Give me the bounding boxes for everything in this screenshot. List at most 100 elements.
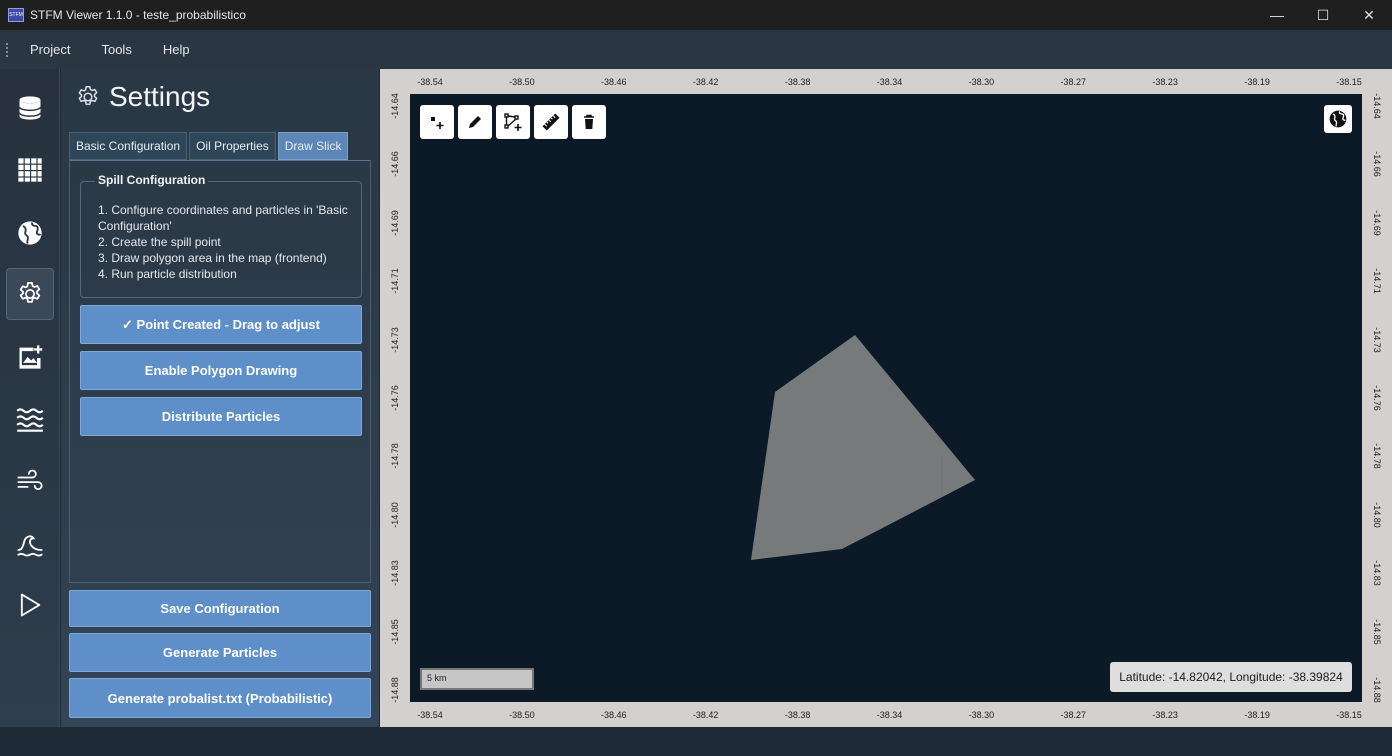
close-button[interactable]: ✕ bbox=[1346, 0, 1392, 30]
x-axis-tick: -38.15 bbox=[1336, 77, 1362, 87]
rail-waves-button[interactable] bbox=[6, 393, 54, 445]
app-logo-icon: STFM bbox=[8, 8, 24, 22]
database-icon bbox=[18, 96, 42, 120]
draw-point-button[interactable] bbox=[420, 105, 454, 139]
settings-header: Settings bbox=[75, 81, 210, 113]
instruction-line: 4. Run particle distribution bbox=[98, 267, 237, 281]
tab-draw-slick[interactable]: Draw Slick bbox=[277, 132, 349, 160]
y-axis-tick: -14.64 bbox=[1372, 93, 1382, 119]
x-axis-tick: -38.15 bbox=[1336, 710, 1362, 720]
draw-slick-tab-content: Spill Configuration 1. Configure coordin… bbox=[69, 160, 371, 583]
add-image-icon bbox=[19, 345, 43, 369]
map-canvas[interactable]: 5 km Latitude: -14.82042, Longitude: -38… bbox=[410, 94, 1362, 702]
x-axis-tick: -38.23 bbox=[1152, 710, 1178, 720]
play-icon bbox=[20, 593, 41, 617]
y-axis-tick: -14.71 bbox=[1372, 268, 1382, 294]
spill-configuration-group: Spill Configuration 1. Configure coordin… bbox=[80, 173, 362, 298]
draw-polygon-button[interactable] bbox=[496, 105, 530, 139]
slick-polygon-layer bbox=[751, 335, 975, 560]
settings-tabs: Basic Configuration Oil Properties Draw … bbox=[69, 132, 350, 160]
x-axis-tick: -38.38 bbox=[784, 710, 811, 720]
x-axis-tick: -38.27 bbox=[1060, 77, 1087, 87]
rail-globe-button[interactable] bbox=[6, 207, 54, 259]
menu-bar: Project Tools Help bbox=[0, 30, 1392, 69]
rail-ocean-button[interactable] bbox=[6, 517, 54, 569]
y-axis-tick: -14.69 bbox=[1372, 210, 1382, 236]
instruction-line: 2. Create the spill point bbox=[98, 235, 221, 249]
minimize-button[interactable]: — bbox=[1254, 0, 1300, 30]
rail-data-button[interactable] bbox=[6, 82, 54, 134]
x-axis-tick: -38.30 bbox=[968, 710, 995, 720]
grid-icon bbox=[18, 158, 42, 182]
rail-add-image-button[interactable] bbox=[6, 331, 54, 383]
generate-particles-button[interactable]: Generate Particles bbox=[69, 633, 371, 672]
cursor-coordinates: Latitude: -14.82042, Longitude: -38.3982… bbox=[1110, 662, 1352, 692]
y-axis-tick: -14.78 bbox=[390, 443, 400, 470]
point-created-button[interactable]: ✓ Point Created - Drag to adjust bbox=[80, 305, 362, 344]
settings-panel: Settings Basic Configuration Oil Propert… bbox=[61, 69, 379, 727]
enable-polygon-drawing-button[interactable]: Enable Polygon Drawing bbox=[80, 351, 362, 390]
tab-oil-properties[interactable]: Oil Properties bbox=[189, 132, 276, 160]
y-axis-tick: -14.69 bbox=[390, 210, 400, 236]
page-title: Settings bbox=[109, 81, 211, 112]
y-axis-tick: -14.78 bbox=[1372, 443, 1382, 470]
y-axis-tick: -14.76 bbox=[1372, 385, 1382, 411]
slick-polygon[interactable] bbox=[751, 335, 975, 560]
basemap-toggle-button[interactable] bbox=[1324, 105, 1352, 133]
y-axis-tick: -14.76 bbox=[390, 385, 400, 411]
measure-button[interactable] bbox=[534, 105, 568, 139]
ruler-icon bbox=[542, 113, 560, 131]
wind-icon bbox=[17, 469, 43, 491]
title-bar: STFM STFM Viewer 1.1.0 - teste_probabili… bbox=[0, 0, 1392, 30]
polygon-add-icon bbox=[504, 113, 522, 131]
x-axis-tick: -38.54 bbox=[417, 77, 443, 87]
menu-tools[interactable]: Tools bbox=[101, 42, 131, 57]
add-point-icon bbox=[431, 117, 444, 129]
x-axis-tick: -38.19 bbox=[1244, 710, 1270, 720]
delete-button[interactable] bbox=[572, 105, 606, 139]
group-title: Spill Configuration bbox=[95, 173, 209, 187]
distribute-particles-button[interactable]: Distribute Particles bbox=[80, 397, 362, 436]
pencil-icon bbox=[469, 116, 481, 128]
y-axis-tick: -14.85 bbox=[1372, 618, 1382, 645]
scale-bar: 5 km bbox=[420, 668, 534, 690]
menu-help[interactable]: Help bbox=[163, 42, 190, 57]
draw-line-button[interactable] bbox=[458, 105, 492, 139]
settings-gear-icon bbox=[19, 282, 41, 303]
globe-icon bbox=[1329, 110, 1347, 128]
map-frame: 5 km Latitude: -14.82042, Longitude: -38… bbox=[380, 69, 1392, 727]
rail-grid-button[interactable] bbox=[6, 144, 54, 196]
y-axis-tick: -14.71 bbox=[390, 268, 400, 294]
x-axis-tick: -38.46 bbox=[601, 77, 627, 87]
y-axis-tick: -14.83 bbox=[1372, 560, 1382, 586]
generate-probalist-button[interactable]: Generate probalist.txt (Probabilistic) bbox=[69, 678, 371, 718]
x-axis-tick: -38.38 bbox=[784, 77, 811, 87]
status-strip bbox=[0, 727, 1392, 756]
maximize-button[interactable]: ☐ bbox=[1300, 0, 1346, 30]
ocean-wave-icon bbox=[17, 535, 43, 557]
rail-run-button[interactable] bbox=[6, 579, 54, 631]
side-rail bbox=[0, 69, 60, 727]
save-configuration-button[interactable]: Save Configuration bbox=[69, 590, 371, 627]
y-axis-tick: -14.64 bbox=[390, 93, 400, 119]
rail-settings-button[interactable] bbox=[6, 268, 54, 320]
x-axis-tick: -38.30 bbox=[968, 77, 995, 87]
x-axis-tick: -38.34 bbox=[876, 77, 903, 87]
y-axis-tick: -14.66 bbox=[390, 151, 400, 178]
menu-project[interactable]: Project bbox=[30, 42, 70, 57]
x-axis-tick: -38.46 bbox=[601, 710, 627, 720]
y-axis-tick: -14.88 bbox=[1372, 677, 1382, 703]
rail-wind-button[interactable] bbox=[6, 455, 54, 507]
y-axis-tick: -14.80 bbox=[1372, 502, 1382, 528]
x-axis-tick: -38.50 bbox=[509, 77, 535, 87]
y-axis-tick: -14.73 bbox=[1372, 326, 1382, 353]
tab-basic-configuration[interactable]: Basic Configuration bbox=[69, 132, 188, 160]
x-axis-tick: -38.19 bbox=[1244, 77, 1270, 87]
y-axis-tick: -14.80 bbox=[390, 502, 400, 528]
y-axis-tick: -14.73 bbox=[390, 326, 400, 353]
x-axis-tick: -38.54 bbox=[417, 710, 443, 720]
menu-grip-icon[interactable] bbox=[5, 41, 9, 58]
window-controls: — ☐ ✕ bbox=[1254, 0, 1392, 30]
y-axis-tick: -14.88 bbox=[390, 677, 400, 703]
instruction-line: 3. Draw polygon area in the map (fronten… bbox=[98, 251, 327, 265]
